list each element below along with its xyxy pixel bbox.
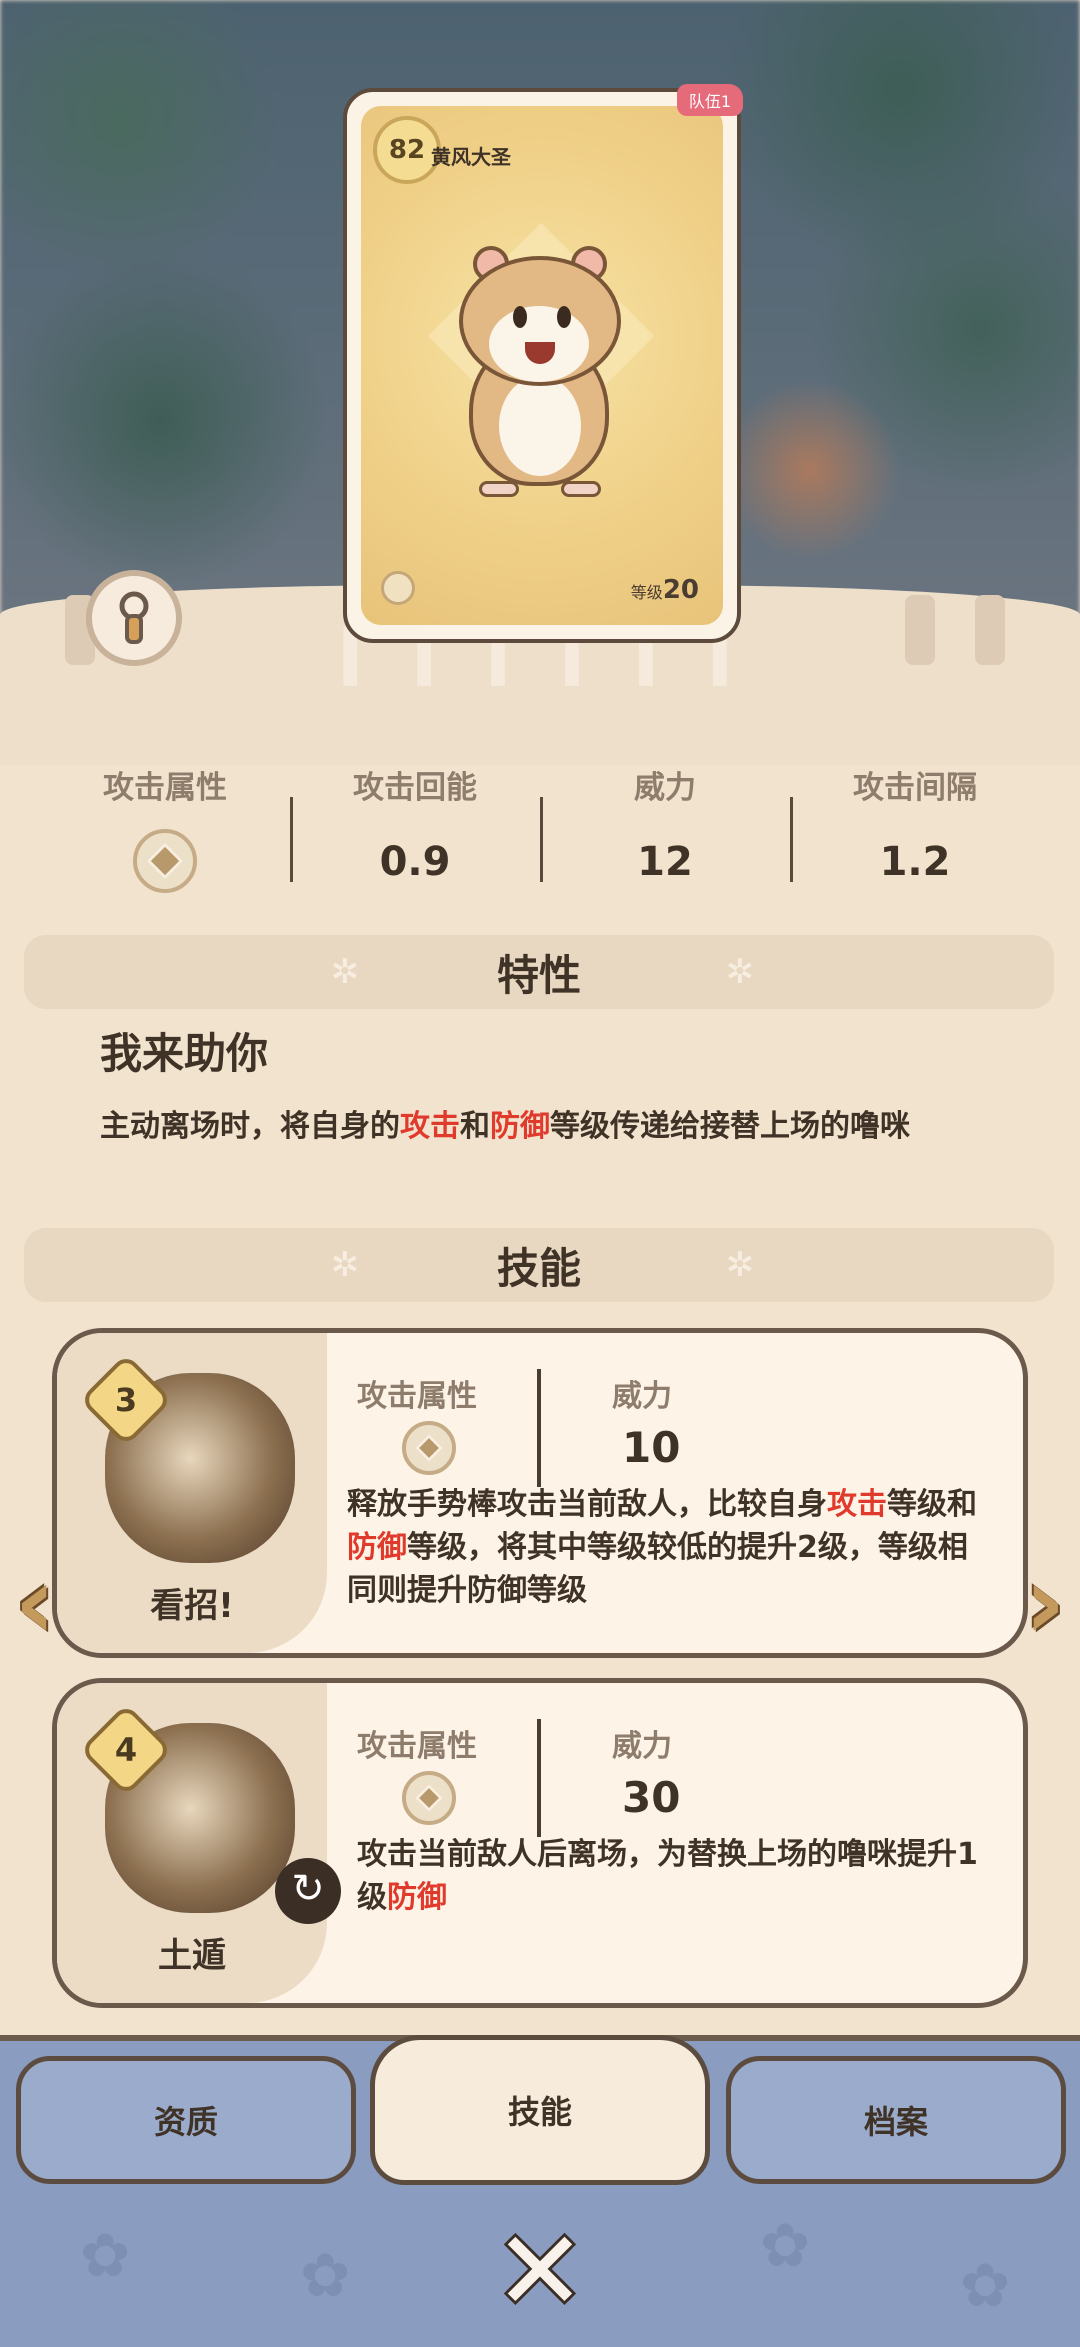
skill-power-label: 威力 [612, 1729, 672, 1764]
trait-section-header: ✲ 特性 ✲ [24, 935, 1054, 1009]
stat-value: 12 [637, 839, 693, 885]
bottom-tab-bar: ✿ ✿ ✿ ✿ 资质 技能 档案 ✕ [0, 2035, 1080, 2347]
skill-description: 释放手势棒攻击当前敌人，比较自身攻击等级和防御等级，将其中等级较低的提升2级，等… [347, 1483, 997, 1612]
card-level-value: 20 [662, 575, 699, 605]
shovel-icon [119, 591, 149, 644]
next-arrow-button[interactable]: › [1010, 1548, 1080, 1658]
stat-attack-attribute: 攻击属性 [40, 762, 290, 912]
skill-attr-label: 攻击属性 [357, 1729, 477, 1764]
skill-desc-highlight: 攻击 [827, 1487, 887, 1522]
shovel-button[interactable] [86, 570, 182, 666]
stat-value: 1.2 [879, 839, 951, 885]
skill-cost: 4 [114, 1731, 138, 1769]
skill-section-header: ✲ 技能 ✲ [24, 1228, 1054, 1302]
trait-desc-text: 主动离场时，将自身的 [100, 1109, 400, 1144]
stat-energy-regen: 攻击回能 0.9 [290, 762, 540, 912]
stat-attack-interval: 攻击间隔 1.2 [790, 762, 1040, 912]
trait-description: 主动离场时，将自身的攻击和防御等级传递给接替上场的噜咪 [100, 1105, 960, 1149]
skill-desc-highlight: 防御 [347, 1530, 407, 1565]
stat-power: 威力 12 [540, 762, 790, 912]
paw-icon: ✿ [960, 2251, 1011, 2321]
stat-label: 威力 [634, 770, 696, 806]
trait-name: 我来助你 [100, 1029, 269, 1078]
hamster-foot [561, 481, 601, 497]
card-level: 等级20 [631, 575, 699, 605]
team-tag: 队伍1 [676, 84, 743, 116]
hamster-foot [479, 481, 519, 497]
card-level-label: 等级 [630, 583, 663, 602]
character-name: 黄风大圣 [431, 145, 511, 169]
trait-desc-highlight: 攻击 [400, 1109, 460, 1144]
paw-icon: ✲ [330, 1245, 360, 1285]
hamster-eye [513, 306, 527, 328]
refresh-icon: ↻ [275, 1858, 341, 1924]
tab-skills[interactable]: 技能 [370, 2035, 710, 2185]
prev-arrow-button[interactable]: ‹ [0, 1548, 70, 1658]
trait-desc-highlight: 防御 [490, 1109, 550, 1144]
stat-label: 攻击回能 [353, 770, 477, 806]
skill-power-label: 威力 [612, 1379, 672, 1414]
character-card: 82 黄风大圣 等级20 队伍1 [343, 84, 743, 643]
stat-label: 攻击间隔 [853, 770, 977, 806]
skill-name: 看招! [150, 1586, 234, 1626]
close-button[interactable]: ✕ [490, 2216, 590, 2326]
hamster-belly [499, 376, 581, 476]
earth-element-icon [402, 1421, 456, 1475]
skill-attr-label: 攻击属性 [357, 1379, 477, 1414]
fence-post [905, 595, 935, 665]
skill-desc-text: 攻击当前敌人后离场，为替换上场的噜咪提升1级 [357, 1837, 978, 1915]
card-artwork: 82 黄风大圣 等级20 [361, 106, 723, 625]
paw-icon: ✿ [300, 2241, 351, 2311]
trait-desc-text: 和 [460, 1109, 490, 1144]
stat-label: 攻击属性 [103, 770, 227, 806]
hamster-eye [557, 306, 571, 328]
paw-icon: ✲ [725, 1245, 755, 1285]
paw-icon: ✿ [760, 2211, 811, 2281]
earth-element-icon [402, 1771, 456, 1825]
trait-block: 我来助你 主动离场时，将自身的攻击和防御等级传递给接替上场的噜咪 [100, 1020, 960, 1149]
skill-desc-text: 释放手势棒攻击当前敌人，比较自身 [347, 1487, 827, 1522]
skill-power: 10 [622, 1423, 681, 1472]
tab-profile[interactable]: 档案 [726, 2056, 1066, 2184]
skill-card[interactable]: 3 看招! 攻击属性 威力 10 释放手势棒攻击当前敌人，比较自身攻击等级和防御… [52, 1328, 1028, 1658]
skill-power: 30 [622, 1773, 681, 1822]
card-element-icon [381, 571, 415, 605]
fence-post [975, 595, 1005, 665]
skill-desc-text: 等级和 [887, 1487, 977, 1522]
paw-icon: ✿ [80, 2221, 131, 2291]
skill-card[interactable]: ↻ 4 土遁 攻击属性 威力 30 攻击当前敌人后离场，为替换上场的噜咪提升1级… [52, 1678, 1028, 2008]
earth-element-icon[interactable] [133, 829, 197, 893]
section-title: 技能 [496, 1243, 581, 1293]
paw-icon: ✲ [725, 952, 755, 992]
skill-desc-text: 等级，将其中等级较低的提升2级，等级相同则提升防御等级 [347, 1530, 968, 1608]
skill-name: 土遁 [158, 1936, 226, 1976]
skill-cost: 3 [114, 1381, 138, 1419]
paw-icon: ✲ [330, 952, 360, 992]
stats-row: 攻击属性 攻击回能 0.9 威力 12 攻击间隔 1.2 [40, 762, 1040, 912]
tab-aptitude[interactable]: 资质 [16, 2056, 356, 2184]
divider [537, 1719, 541, 1837]
trait-desc-text: 等级传递给接替上场的噜咪 [550, 1109, 910, 1144]
skill-desc-highlight: 防御 [387, 1880, 447, 1915]
skill-description: 攻击当前敌人后离场，为替换上场的噜咪提升1级防御 [357, 1833, 997, 1919]
section-title: 特性 [496, 950, 581, 1000]
stat-value: 0.9 [379, 839, 451, 885]
divider [537, 1369, 541, 1487]
